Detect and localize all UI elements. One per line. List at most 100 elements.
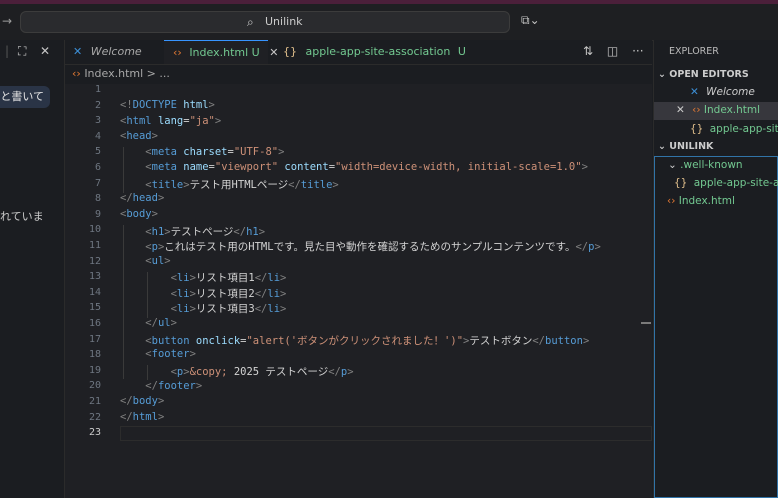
more-actions-icon[interactable]: ··· [632, 44, 643, 58]
chevron-down-icon: ⌄ [658, 69, 666, 80]
close-icon[interactable]: ✕ [676, 104, 685, 116]
line-number: 2 [94, 99, 101, 111]
code-line-19: <p>&copy; 2025 テストページ</p> [170, 366, 354, 378]
code-line-6: <meta name="viewport" content="width=dev… [145, 161, 588, 173]
chat-message-text: れていま [0, 210, 44, 223]
tab-index-html[interactable]: ‹› Index.html U ✕ [164, 40, 278, 64]
tree-item-label: apple-app-site-asso [693, 177, 778, 189]
html-icon: ‹› [692, 104, 701, 116]
line-number: 8 [94, 193, 101, 205]
code-line-14: <li>リスト項目2</li> [170, 288, 287, 300]
tab-welcome[interactable]: ✕ Welcome [73, 40, 159, 64]
line-number: 12 [88, 255, 101, 267]
line-number: 10 [88, 224, 101, 236]
code-line-2: <!DOCTYPE html> [120, 99, 215, 111]
code-line-9: <body> [120, 208, 158, 220]
search-label: Unilink [265, 15, 303, 28]
json-icon: {} [674, 177, 688, 189]
explorer-sidebar: EXPLORER ⌄ OPEN EDITORS ✕ Welcome ✕ ‹› I… [653, 40, 778, 498]
split-editor-icon[interactable]: ◫ [607, 44, 618, 58]
search-icon: ⌕ [247, 15, 254, 29]
chevron-down-icon: ⌄ [668, 159, 677, 171]
tree-file-index-html[interactable]: ‹› Index.html [667, 195, 735, 207]
line-number: 13 [88, 271, 101, 283]
line-number: 18 [88, 349, 101, 361]
open-editor-label: Index.html [703, 104, 761, 116]
code-line-11: <p>これはテスト用のHTMLです。見た目や動作を確認するためのサンプルコンテン… [145, 241, 601, 253]
open-editor-label: Welcome [706, 86, 755, 98]
code-editor[interactable]: 1 2 3 4 5 6 7 8 9 10 11 12 13 14 15 16 17 18 19 20 21 22 23 <!… [65, 84, 652, 498]
html-icon: ‹› [72, 67, 81, 80]
section-label: UNILINK [669, 141, 714, 152]
vscode-icon: ✕ [690, 86, 699, 98]
tree-file-apple-app-site-association[interactable]: {} apple-app-site-asso [674, 177, 778, 189]
scrollbar-marker [641, 322, 651, 324]
tab-label: Welcome [90, 45, 142, 58]
compare-changes-icon[interactable]: ⇅ [583, 44, 593, 58]
command-center-search[interactable]: ⌕ Unilink [20, 11, 510, 33]
tab-status: U [457, 45, 466, 58]
line-number: 20 [88, 380, 101, 392]
line-number: 6 [94, 162, 101, 173]
line-number: 3 [94, 115, 101, 127]
breadcrumb-file[interactable]: Index.html [84, 67, 143, 80]
line-number: 21 [88, 396, 101, 407]
code-line-3: <html lang="ja"> [120, 115, 222, 127]
code-line-15: <li>リスト項目3</li> [170, 303, 287, 315]
code-line-4: <head> [120, 130, 158, 142]
code-line-8: </head> [120, 192, 165, 204]
code-line-22: </html> [120, 411, 165, 423]
explorer-title: EXPLORER [669, 46, 719, 57]
breadcrumb[interactable]: ‹› Index.html > ... [72, 67, 170, 80]
copilot-icon[interactable]: ⧉⌄ [521, 13, 540, 28]
line-number: 17 [88, 333, 101, 345]
open-editor-apple-app-site[interactable]: {} apple-app-site- [690, 123, 778, 135]
window-top-accent [0, 0, 778, 4]
close-icon[interactable]: ✕ [40, 44, 50, 58]
line-number: 9 [94, 208, 101, 220]
divider: | [5, 44, 10, 58]
line-number: 16 [88, 318, 101, 329]
html-icon: ‹› [667, 195, 676, 207]
open-editor-index-html[interactable]: ✕ ‹› Index.html [676, 104, 760, 116]
line-number: 14 [88, 286, 101, 298]
maximize-icon[interactable]: ⛶ [18, 44, 26, 59]
left-panel-toolbar: | ⛶ ✕ [0, 44, 64, 62]
line-number: 22 [88, 411, 101, 423]
current-line-highlight [120, 426, 652, 441]
tab-status: U [251, 46, 260, 59]
line-number: 1 [94, 84, 101, 95]
line-number: 7 [94, 177, 101, 189]
line-number: 19 [88, 364, 101, 376]
line-number: 23 [88, 427, 101, 439]
tab-apple-app-site-association[interactable]: {} apple-app-site-association U [283, 40, 466, 64]
forward-arrow-icon[interactable]: → [2, 14, 12, 28]
open-editor-welcome[interactable]: ✕ Welcome [690, 86, 755, 98]
explorer-focus-outline [654, 156, 778, 498]
line-number: 4 [94, 130, 101, 142]
json-icon: {} [283, 45, 297, 58]
html-icon: ‹› [173, 46, 182, 59]
line-number: 11 [88, 240, 101, 251]
open-editors-header[interactable]: ⌄ OPEN EDITORS [658, 69, 749, 80]
tab-label: Index.html [189, 46, 249, 59]
line-number: 15 [88, 302, 101, 314]
code-line-17: <button onclick="alert('ボタンがクリックされました！')… [145, 335, 590, 347]
section-label: OPEN EDITORS [669, 69, 749, 80]
code-line-10: <h1>テストページ</h1> [145, 226, 266, 238]
tree-item-label: .well-known [680, 159, 743, 171]
close-icon[interactable]: ✕ [269, 46, 278, 59]
breadcrumb-rest: > ... [146, 67, 170, 80]
line-number: 5 [94, 146, 101, 158]
vscode-icon: ✕ [73, 45, 83, 58]
workspace-header[interactable]: ⌄ UNILINK [658, 141, 713, 152]
tree-item-label: Index.html [678, 195, 735, 207]
open-editor-label: apple-app-site- [709, 123, 778, 135]
editor-actions: ⇅ ◫ ··· [583, 44, 644, 58]
code-line-21: </body> [120, 395, 165, 407]
tree-folder-well-known[interactable]: ⌄ .well-known [668, 159, 743, 171]
code-line-18: <footer> [145, 348, 196, 360]
code-line-7: <title>テスト用HTMLページ</title> [145, 179, 339, 191]
editor-tab-bar: ✕ Welcome ‹› Index.html U ✕ {} apple-app… [65, 40, 652, 65]
tab-label: apple-app-site-association [305, 45, 451, 58]
